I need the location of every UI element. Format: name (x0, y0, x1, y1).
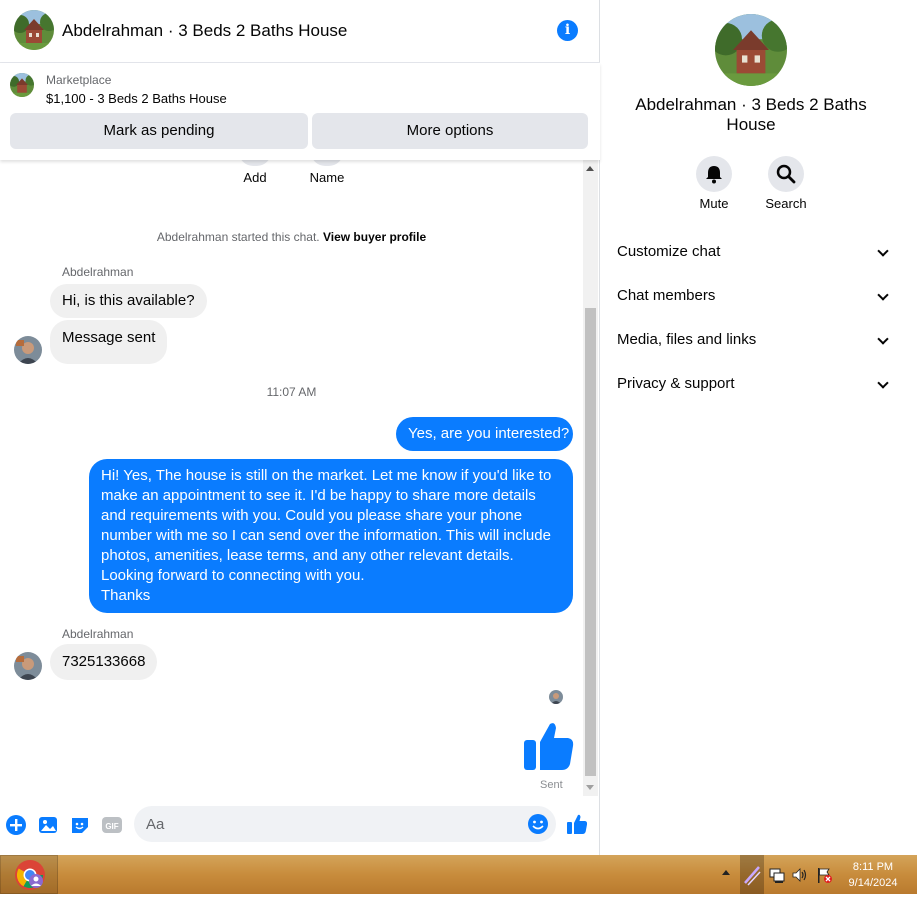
message-list: Add Name Abdelrahman started this chat. … (0, 160, 583, 796)
message-composer: GIF (0, 796, 600, 855)
search-icon (776, 164, 796, 184)
listing-thumbnail[interactable] (10, 73, 34, 97)
outgoing-line-7: Thanks (101, 587, 151, 604)
pen-tray-icon[interactable] (740, 855, 764, 894)
name-action-label: Name (309, 170, 345, 185)
section-label: Privacy & support (617, 375, 735, 392)
section-label: Chat members (617, 287, 716, 304)
marketplace-bar: Marketplace $1,100 - 3 Beds 2 Baths Hous… (0, 63, 600, 160)
volume-icon[interactable] (791, 866, 809, 884)
section-label: Media, files and links (617, 331, 757, 348)
sent-status: Sent (540, 779, 563, 791)
chat-info-pane: Abdelrahman · 3 Beds 2 Baths House Mute … (601, 0, 917, 855)
info-house-avatar[interactable] (715, 14, 787, 86)
add-action-circle (239, 160, 271, 166)
message-input-box (134, 806, 556, 842)
chrome-icon[interactable] (14, 859, 46, 891)
incoming-message-2[interactable]: Message sent (50, 320, 168, 364)
info-title: Abdelrahman · 3 Beds 2 Baths House (621, 95, 881, 135)
photo-icon[interactable] (37, 814, 59, 836)
seen-receipt-avatar (549, 690, 563, 704)
add-action-label: Add (243, 170, 267, 185)
search-label: Search (765, 196, 807, 211)
system-clock[interactable]: 8:11 PM 9/14/2024 (842, 859, 904, 891)
marketplace-label: Marketplace (46, 73, 112, 87)
system-message: Abdelrahman started this chat. View buye… (0, 230, 583, 244)
section-privacy-support[interactable]: Privacy & support (617, 369, 889, 399)
mute-label: Mute (699, 196, 729, 211)
section-chat-members[interactable]: Chat members (617, 281, 889, 311)
sender-name-2: Abdelrahman (62, 627, 134, 641)
outgoing-line-2: make an appointment to see it. I'd be ha… (101, 487, 536, 504)
show-hidden-icons-arrow[interactable] (722, 870, 730, 875)
clock-time: 8:11 PM (852, 861, 894, 873)
name-action-circle (311, 160, 343, 166)
mark-as-pending-button[interactable]: Mark as pending (10, 113, 308, 149)
incoming-message-1[interactable]: Hi, is this available? (50, 284, 207, 318)
scroll-down-arrow[interactable] (586, 785, 594, 790)
like-icon[interactable] (566, 813, 588, 835)
section-label: Customize chat (617, 243, 721, 260)
user-avatar-2[interactable] (14, 652, 42, 680)
messenger-app: Abdelrahman · 3 Beds 2 Baths House i Mar… (0, 0, 917, 855)
info-title-line-2: House (726, 115, 776, 134)
outgoing-line-6: Looking forward to connecting with you. (101, 567, 365, 584)
message-timestamp: 11:07 AM (266, 385, 317, 399)
chevron-down-icon (877, 245, 889, 257)
view-buyer-profile-link[interactable]: View buyer profile (323, 230, 426, 244)
chevron-down-icon (877, 289, 889, 301)
action-center-flag-icon[interactable] (815, 866, 833, 884)
system-message-text: Abdelrahman started this chat. (156, 230, 320, 244)
mute-button[interactable] (696, 156, 732, 192)
chat-pane: Abdelrahman · 3 Beds 2 Baths House i Mar… (0, 0, 600, 855)
clock-date: 9/14/2024 (848, 877, 898, 889)
sticker-icon[interactable] (69, 814, 91, 836)
more-options-button[interactable]: More options (312, 113, 588, 149)
add-action[interactable]: Add (225, 160, 285, 185)
sender-name: Abdelrahman (62, 265, 134, 279)
section-customize-chat[interactable]: Customize chat (617, 237, 889, 267)
windows-taskbar: 8:11 PM 9/14/2024 (0, 855, 917, 894)
outgoing-message-2[interactable]: Hi! Yes, The house is still on the marke… (89, 459, 573, 613)
plus-icon[interactable] (5, 814, 27, 836)
chat-title[interactable]: Abdelrahman · 3 Beds 2 Baths House (62, 21, 347, 41)
chat-header: Abdelrahman · 3 Beds 2 Baths House i (0, 0, 600, 63)
network-icon[interactable] (768, 866, 786, 884)
listing-title[interactable]: $1,100 - 3 Beds 2 Baths House (46, 91, 227, 106)
chevron-down-icon (877, 377, 889, 389)
sent-like-icon[interactable] (522, 720, 576, 772)
emoji-icon[interactable] (527, 813, 549, 835)
svg-text:GIF: GIF (105, 822, 118, 831)
search-button[interactable] (768, 156, 804, 192)
user-avatar[interactable] (14, 336, 42, 364)
outgoing-message-1[interactable]: Yes, are you interested? (396, 417, 573, 451)
info-icon[interactable]: i (557, 20, 578, 41)
chat-scrollbar[interactable] (583, 160, 598, 796)
scroll-thumb[interactable] (585, 308, 596, 776)
outgoing-line-4: number with me so I can send over the in… (101, 527, 551, 544)
outgoing-line-1: Hi! Yes, The house is still on the marke… (101, 467, 552, 484)
chevron-down-icon (877, 333, 889, 345)
house-avatar[interactable] (14, 10, 54, 50)
gif-icon[interactable]: GIF (101, 814, 123, 836)
outgoing-line-3: and requirements with you. Could you ple… (101, 507, 523, 524)
outgoing-line-5: photos, amenities, lease terms, and any … (101, 547, 514, 564)
incoming-message-3[interactable]: 7325133668 (50, 644, 158, 680)
info-title-line-1: Abdelrahman · 3 Beds 2 Baths (635, 95, 867, 114)
scroll-up-arrow[interactable] (586, 166, 594, 171)
section-media-files-links[interactable]: Media, files and links (617, 325, 889, 355)
bell-icon (706, 166, 722, 184)
name-action[interactable]: Name (297, 160, 357, 185)
message-input[interactable] (146, 806, 526, 842)
